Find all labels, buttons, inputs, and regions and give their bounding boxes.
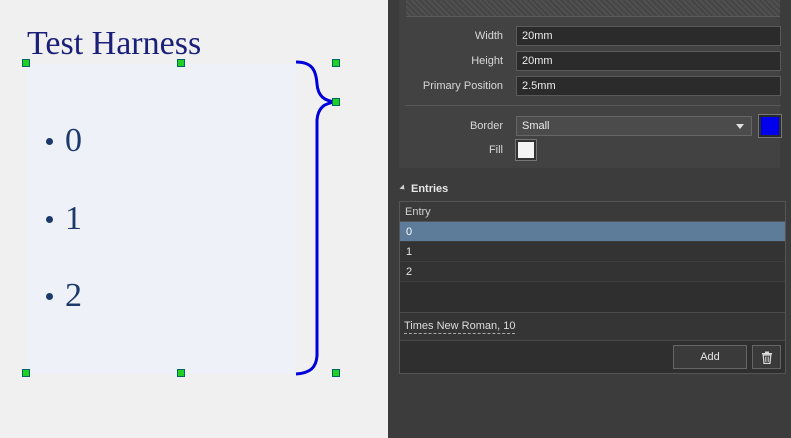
border-label: Border	[469, 120, 503, 132]
entry-row[interactable]: 0	[400, 222, 785, 242]
harness-entry-label: 1	[65, 200, 82, 237]
harness-entry[interactable]: 2	[46, 276, 82, 316]
schematic-canvas[interactable]: Test Harness 0 1 2	[0, 0, 388, 438]
fill-color-swatch[interactable]	[515, 139, 537, 161]
height-field[interactable]: 20mm	[516, 51, 781, 71]
font-selector-link[interactable]: Times New Roman, 10	[404, 320, 516, 334]
primary-position-field[interactable]: 2.5mm	[516, 76, 781, 96]
add-entry-button[interactable]: Add	[673, 345, 747, 369]
entries-section-title: Entries	[411, 183, 449, 195]
harness-entry[interactable]: 0	[46, 121, 82, 161]
entry-row[interactable]: 2	[400, 262, 785, 282]
resize-handle-top-right[interactable]	[332, 59, 340, 67]
entry-row[interactable]: 1	[400, 242, 785, 262]
entries-grid: Entry 0 1 2 Times New Roman, 10 Add	[399, 201, 786, 374]
resize-handle-bottom-right[interactable]	[332, 369, 340, 377]
fill-label: Fill	[488, 144, 503, 156]
harness-entry[interactable]: 1	[46, 199, 82, 239]
resize-handle-top-left[interactable]	[22, 59, 30, 67]
properties-panel: Width 20mm Height 20mm Primary Position …	[388, 0, 791, 438]
harness-entry-label: 2	[65, 277, 82, 314]
height-label: Height	[471, 55, 503, 67]
hatch-strip	[406, 0, 780, 17]
delete-entry-button[interactable]	[752, 345, 781, 369]
bullet-icon	[46, 137, 53, 145]
bullet-icon	[46, 292, 53, 300]
harness-connector-body[interactable]: 0 1 2	[26, 64, 295, 374]
entry-column-header[interactable]: Entry	[400, 202, 785, 222]
trash-icon	[762, 351, 772, 364]
border-width-value: Small	[522, 120, 550, 132]
collapse-triangle-icon	[399, 184, 407, 192]
divider	[405, 105, 781, 106]
resize-handle-top-center[interactable]	[177, 59, 185, 67]
resize-handle-bottom-left[interactable]	[22, 369, 30, 377]
harness-brace[interactable]	[290, 58, 350, 378]
font-row: Times New Roman, 10	[400, 312, 785, 341]
resize-handle-bottom-center[interactable]	[177, 369, 185, 377]
chevron-down-icon	[736, 124, 744, 129]
primary-position-label: Primary Position	[422, 80, 503, 92]
width-label: Width	[474, 30, 503, 42]
harness-title: Test Harness	[27, 25, 202, 62]
properties-section: Width 20mm Height 20mm Primary Position …	[399, 0, 782, 168]
entries-section-header[interactable]: Entries	[399, 182, 449, 196]
border-width-dropdown[interactable]: Small	[516, 116, 752, 136]
harness-entry-label: 0	[65, 122, 82, 159]
border-color-swatch[interactable]	[758, 114, 782, 138]
width-field[interactable]: 20mm	[516, 26, 781, 46]
brace-handle[interactable]	[332, 98, 340, 106]
bullet-icon	[46, 215, 53, 223]
